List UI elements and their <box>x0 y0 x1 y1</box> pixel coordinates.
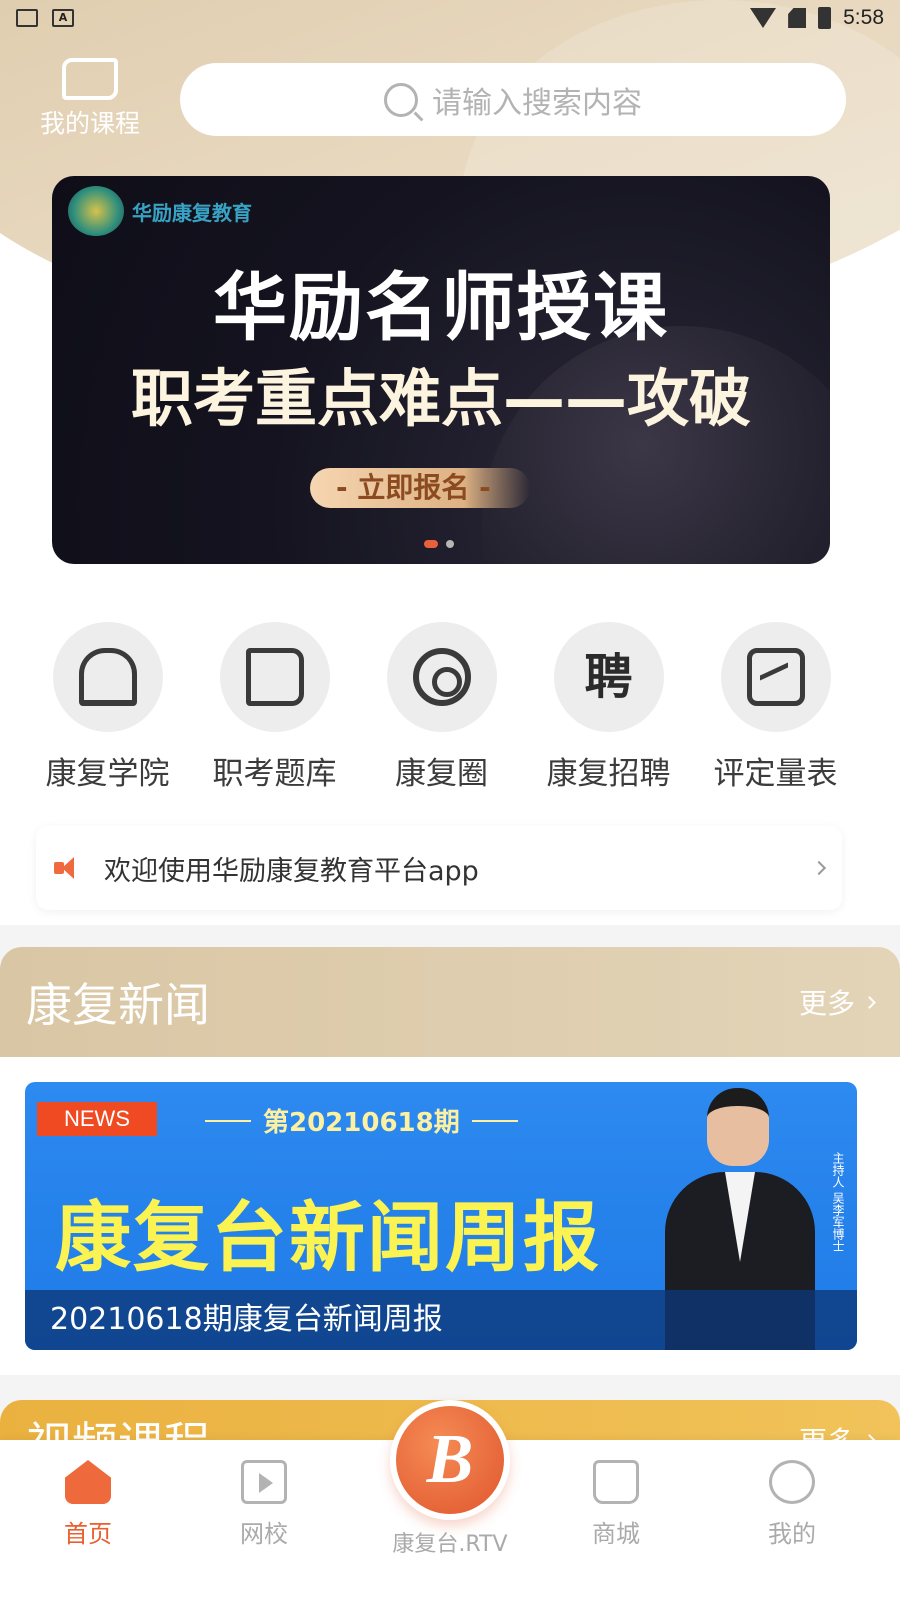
quick-nav-circle <box>386 622 497 732</box>
tab-label: 我的 <box>768 1520 816 1548</box>
quick-nav-rehab-circle[interactable]: 康复圈 <box>358 622 525 793</box>
news-section-header: 康复新闻 更多 <box>0 947 900 1057</box>
carousel-dot[interactable] <box>446 540 454 548</box>
tab-label: 网校 <box>240 1520 288 1548</box>
brand-logo-icon <box>68 186 124 236</box>
notice-text: 欢迎使用华励康复教育平台app <box>104 855 479 887</box>
banner-headline-2: 职考重点难点——攻破 <box>130 362 751 435</box>
rtv-logo-icon: B <box>390 1400 510 1520</box>
divider <box>471 1119 518 1122</box>
quick-nav-circle <box>219 622 330 732</box>
user-icon <box>769 1460 815 1504</box>
host-head <box>707 1088 769 1166</box>
courses-icon <box>62 58 118 100</box>
news-card[interactable]: NEWS 第20210618期 康复台新闻周报 主持人 吴李军博士 202106… <box>25 1082 857 1350</box>
tab-label: 商城 <box>592 1520 640 1548</box>
quick-nav-label: 评定量表 <box>713 756 838 792</box>
quick-nav: 康复学院 职考题库 康复圈 聘 康复招聘 评定量表 <box>24 622 859 793</box>
quick-nav-assessment[interactable]: 评定量表 <box>692 622 859 793</box>
banner-signup-button[interactable]: - 立即报名 - <box>310 468 530 508</box>
search-icon <box>384 82 418 117</box>
circle-icon <box>412 648 471 706</box>
tab-label: 康复台.RTV <box>392 1532 508 1557</box>
quick-nav-panel: 康复学院 职考题库 康复圈 聘 康复招聘 评定量表 欢迎使用华励康复教育平台ap… <box>0 600 900 925</box>
building-icon <box>78 648 137 706</box>
news-section: 康复新闻 更多 NEWS 第20210618期 康复台新闻周报 主持人 吴李军博… <box>0 947 900 1375</box>
wifi-icon <box>750 8 777 28</box>
my-courses-label: 我的课程 <box>39 109 140 138</box>
shopping-bag-icon <box>593 1460 639 1504</box>
recruit-icon: 聘 <box>584 649 633 705</box>
tab-label: 首页 <box>64 1520 112 1548</box>
quick-nav-recruitment[interactable]: 聘 康复招聘 <box>525 622 692 793</box>
status-time: 5:58 <box>843 6 884 29</box>
banner-brand: 华励康复教育 <box>68 186 252 236</box>
quick-nav-circle: 聘 <box>553 622 664 732</box>
host-caption: 主持人 吴李军博士 <box>831 1152 845 1252</box>
tab-mall[interactable]: 商城 <box>556 1460 676 1549</box>
tab-home[interactable]: 首页 <box>28 1460 148 1549</box>
chevron-right-icon <box>811 860 827 876</box>
chevron-right-icon <box>863 995 876 1009</box>
home-icon <box>65 1460 111 1504</box>
tab-school[interactable]: 网校 <box>204 1460 324 1549</box>
divider <box>205 1119 251 1122</box>
quick-nav-label: 康复圈 <box>395 756 488 792</box>
news-section-title: 康复新闻 <box>26 978 210 1032</box>
quick-nav-circle <box>52 622 163 732</box>
quick-nav-exam-bank[interactable]: 职考题库 <box>191 622 358 793</box>
search-placeholder: 请输入搜索内容 <box>432 85 642 121</box>
carousel-indicator <box>424 540 454 548</box>
tab-rtv[interactable]: B 康复台.RTV <box>383 1400 517 1558</box>
news-more-link[interactable]: 更多 <box>798 982 876 1022</box>
sim-icon <box>788 8 807 28</box>
quick-nav-label: 康复招聘 <box>546 756 671 792</box>
news-card-caption: 20210618期康复台新闻周报 <box>25 1290 857 1350</box>
quick-nav-circle <box>720 622 831 732</box>
bottom-nav: 首页 网校 B 康复台.RTV 商城 我的 <box>0 1400 900 1600</box>
image-icon <box>16 9 38 27</box>
quick-nav-label: 康复学院 <box>45 756 170 792</box>
banner-headline-1: 华励名师授课 <box>213 265 669 351</box>
status-bar: A 5:58 <box>0 0 900 36</box>
promo-banner[interactable]: 华励康复教育 华励名师授课 职考重点难点——攻破 - 立即报名 - <box>52 176 830 564</box>
search-input[interactable]: 请输入搜索内容 <box>180 63 846 136</box>
news-issue-label: 第20210618期 <box>263 1108 460 1138</box>
notice-bar[interactable]: 欢迎使用华励康复教育平台app <box>36 826 842 910</box>
news-card-headline: 康复台新闻周报 <box>55 1193 601 1282</box>
quick-nav-rehab-college[interactable]: 康复学院 <box>24 622 191 793</box>
carousel-dot-active[interactable] <box>424 540 438 548</box>
video-play-icon <box>241 1460 287 1504</box>
news-more-label: 更多 <box>798 987 855 1020</box>
speaker-icon <box>54 857 80 879</box>
my-courses-button[interactable]: 我的课程 <box>30 58 150 140</box>
chart-icon <box>746 648 805 706</box>
battery-icon <box>818 7 832 29</box>
book-icon <box>245 648 304 706</box>
quick-nav-label: 职考题库 <box>212 756 337 792</box>
tab-mine[interactable]: 我的 <box>732 1460 852 1549</box>
news-issue: 第20210618期 <box>205 1102 518 1139</box>
a-icon: A <box>52 9 74 27</box>
news-tag: NEWS <box>37 1102 157 1136</box>
banner-brand-name: 华励康复教育 <box>132 200 252 225</box>
